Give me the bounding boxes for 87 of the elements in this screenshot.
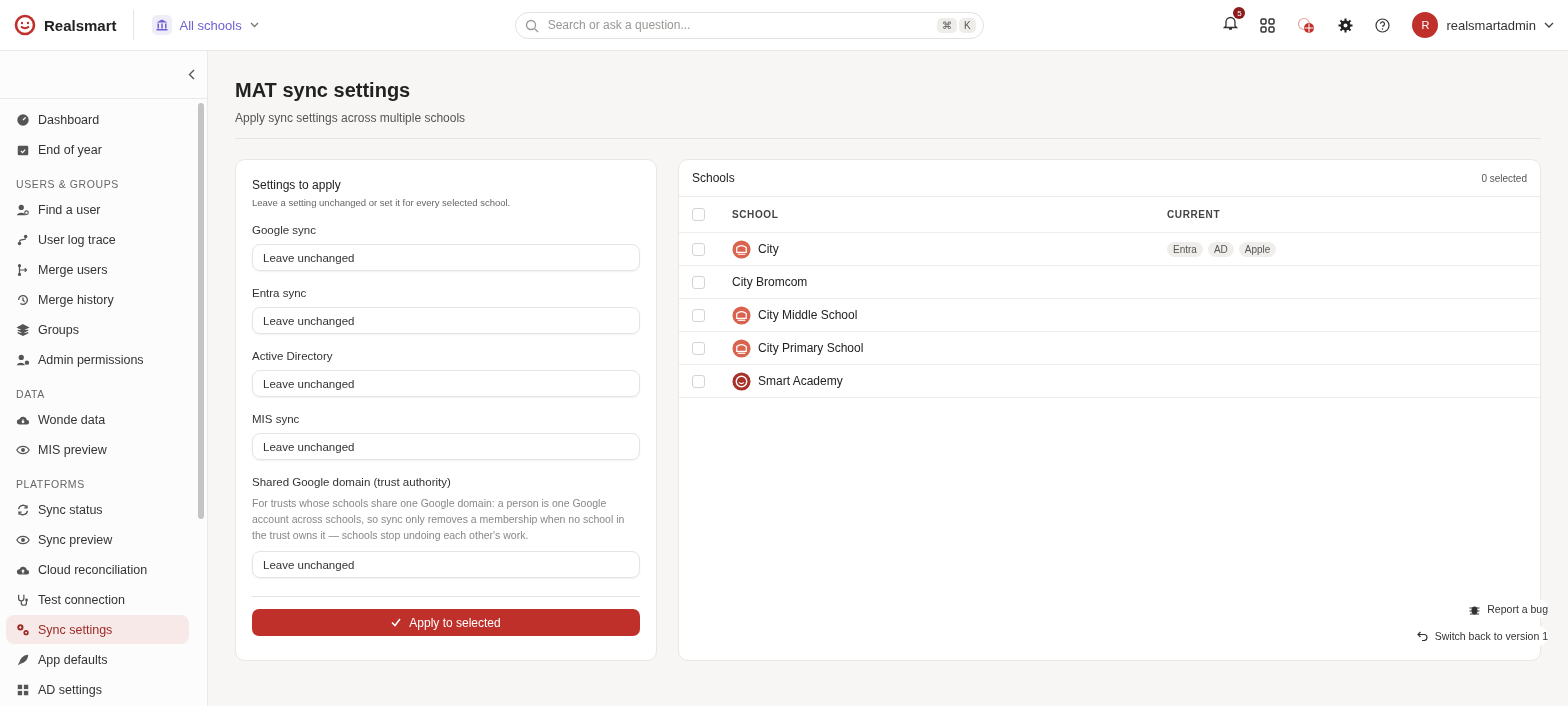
sidebar-item[interactable]: User log trace (6, 225, 189, 254)
row-checkbox[interactable] (692, 308, 705, 322)
search-icon (524, 18, 539, 33)
field-label: Active Directory (252, 350, 334, 362)
sidebar-item[interactable]: App defaults (6, 645, 189, 674)
field-label: Entra sync (252, 287, 308, 299)
card-title: Schools (692, 171, 735, 185)
grid-icon (16, 682, 30, 697)
trace-icon (16, 232, 30, 247)
select-all-checkbox[interactable] (692, 208, 705, 221)
select-field[interactable]: Leave unchanged (252, 244, 640, 271)
gauge-icon (16, 112, 30, 127)
sync-tag: Entra (1167, 241, 1203, 257)
sidebar-item[interactable]: End of year (6, 135, 189, 164)
sidebar-item[interactable]: AD settings (6, 675, 189, 704)
sidebar-item[interactable]: Dashboard (6, 105, 189, 134)
sync-tag: Apple (1238, 241, 1277, 257)
column-header: SCHOOL (732, 209, 780, 220)
card-title: Settings to apply (252, 178, 342, 192)
sync-tag: AD (1207, 241, 1234, 257)
undo-arrow-icon (1416, 631, 1428, 641)
school-name: City (758, 242, 779, 256)
school-picker[interactable]: All schools (151, 15, 259, 35)
section-heading: PLATFORMS (15, 477, 86, 492)
bell-icon[interactable] (1223, 15, 1239, 31)
sidebar-item[interactable]: Merge history (6, 285, 189, 314)
chevron-down-icon[interactable] (1544, 22, 1554, 28)
checkmark-icon (391, 618, 402, 627)
smiley-logo-icon (732, 371, 751, 391)
sync-icon (16, 502, 30, 517)
row-checkbox[interactable] (692, 275, 705, 289)
section-heading: DATA (15, 387, 46, 402)
help-icon[interactable] (1375, 17, 1391, 33)
field-label: MIS sync (252, 413, 301, 425)
stethoscope-icon (16, 592, 30, 607)
school-crest-icon (732, 305, 751, 325)
user-avatar[interactable]: R (1412, 12, 1439, 38)
field-label: Google sync (252, 224, 317, 236)
page-subtitle: Apply sync settings across multiple schools (235, 111, 467, 125)
selected-count: 0 selected (1481, 172, 1527, 184)
user-search-icon (16, 202, 30, 217)
sidebar-item[interactable]: MIS preview (6, 435, 189, 464)
sidebar-item[interactable]: Sync preview (6, 525, 189, 554)
field-description: For trusts whose schools share one Google domain: a person is one Google account across schools, so sync only removes a membership when no school in the trust owns it — schools stop undoing each other's work. (252, 496, 626, 543)
row-checkbox[interactable] (692, 341, 705, 355)
apps-grid-icon[interactable] (1260, 17, 1276, 33)
smiley-logo-icon (14, 14, 36, 36)
username[interactable]: realsmartadmin (1446, 17, 1536, 33)
history-icon (16, 292, 30, 307)
sidebar-item[interactable]: Admin permissions (6, 345, 189, 374)
row-checkbox[interactable] (692, 374, 705, 388)
settings-icon[interactable] (1338, 17, 1354, 33)
school-name: City Middle School (758, 308, 858, 322)
notification-badge: 5 (1233, 7, 1246, 19)
row-checkbox[interactable] (692, 242, 705, 256)
select-field[interactable]: Leave unchanged (252, 433, 640, 460)
select-field[interactable]: Leave unchanged (252, 551, 640, 578)
collapse-chevron-icon[interactable] (188, 69, 195, 80)
page-title: MAT sync settings (235, 79, 412, 102)
school-name: City Bromcom (732, 275, 808, 289)
field-label: Shared Google domain (trust authority) (252, 476, 452, 488)
scrollbar[interactable] (198, 103, 204, 519)
brand-name: Realsmart (44, 16, 117, 34)
sidebar-item[interactable]: Cloud reconciliation (6, 555, 189, 584)
school-name: City Primary School (758, 341, 864, 355)
school-crest-icon (732, 239, 751, 259)
sidebar-item[interactable]: Find a user (6, 195, 189, 224)
section-heading: USERS & GROUPS (15, 177, 120, 192)
school-crest-icon (732, 338, 751, 358)
select-field[interactable]: Leave unchanged (252, 307, 640, 334)
apply-button[interactable]: Apply to selected (252, 609, 640, 636)
building-icon (155, 19, 168, 31)
user-shield-icon (16, 352, 30, 367)
chevron-down-icon (249, 22, 259, 28)
gears-icon (16, 622, 30, 637)
layers-icon (16, 322, 30, 337)
card-hint: Leave a setting unchanged or set it for every selected school. (252, 197, 512, 208)
sidebar-item[interactable]: Sync status (6, 495, 189, 524)
select-field[interactable]: Leave unchanged (252, 370, 640, 397)
sidebar-item[interactable]: Test connection (6, 585, 189, 614)
column-header: CURRENT (1167, 209, 1221, 220)
sidebar-item[interactable]: Wonde data (6, 405, 189, 434)
sidebar-item[interactable]: Merge users (6, 255, 189, 284)
sidebar-item[interactable]: Groups (6, 315, 189, 344)
merge-icon (16, 262, 30, 277)
sidebar-item[interactable]: Sync settings (6, 615, 189, 644)
school-name: Smart Academy (758, 374, 843, 388)
